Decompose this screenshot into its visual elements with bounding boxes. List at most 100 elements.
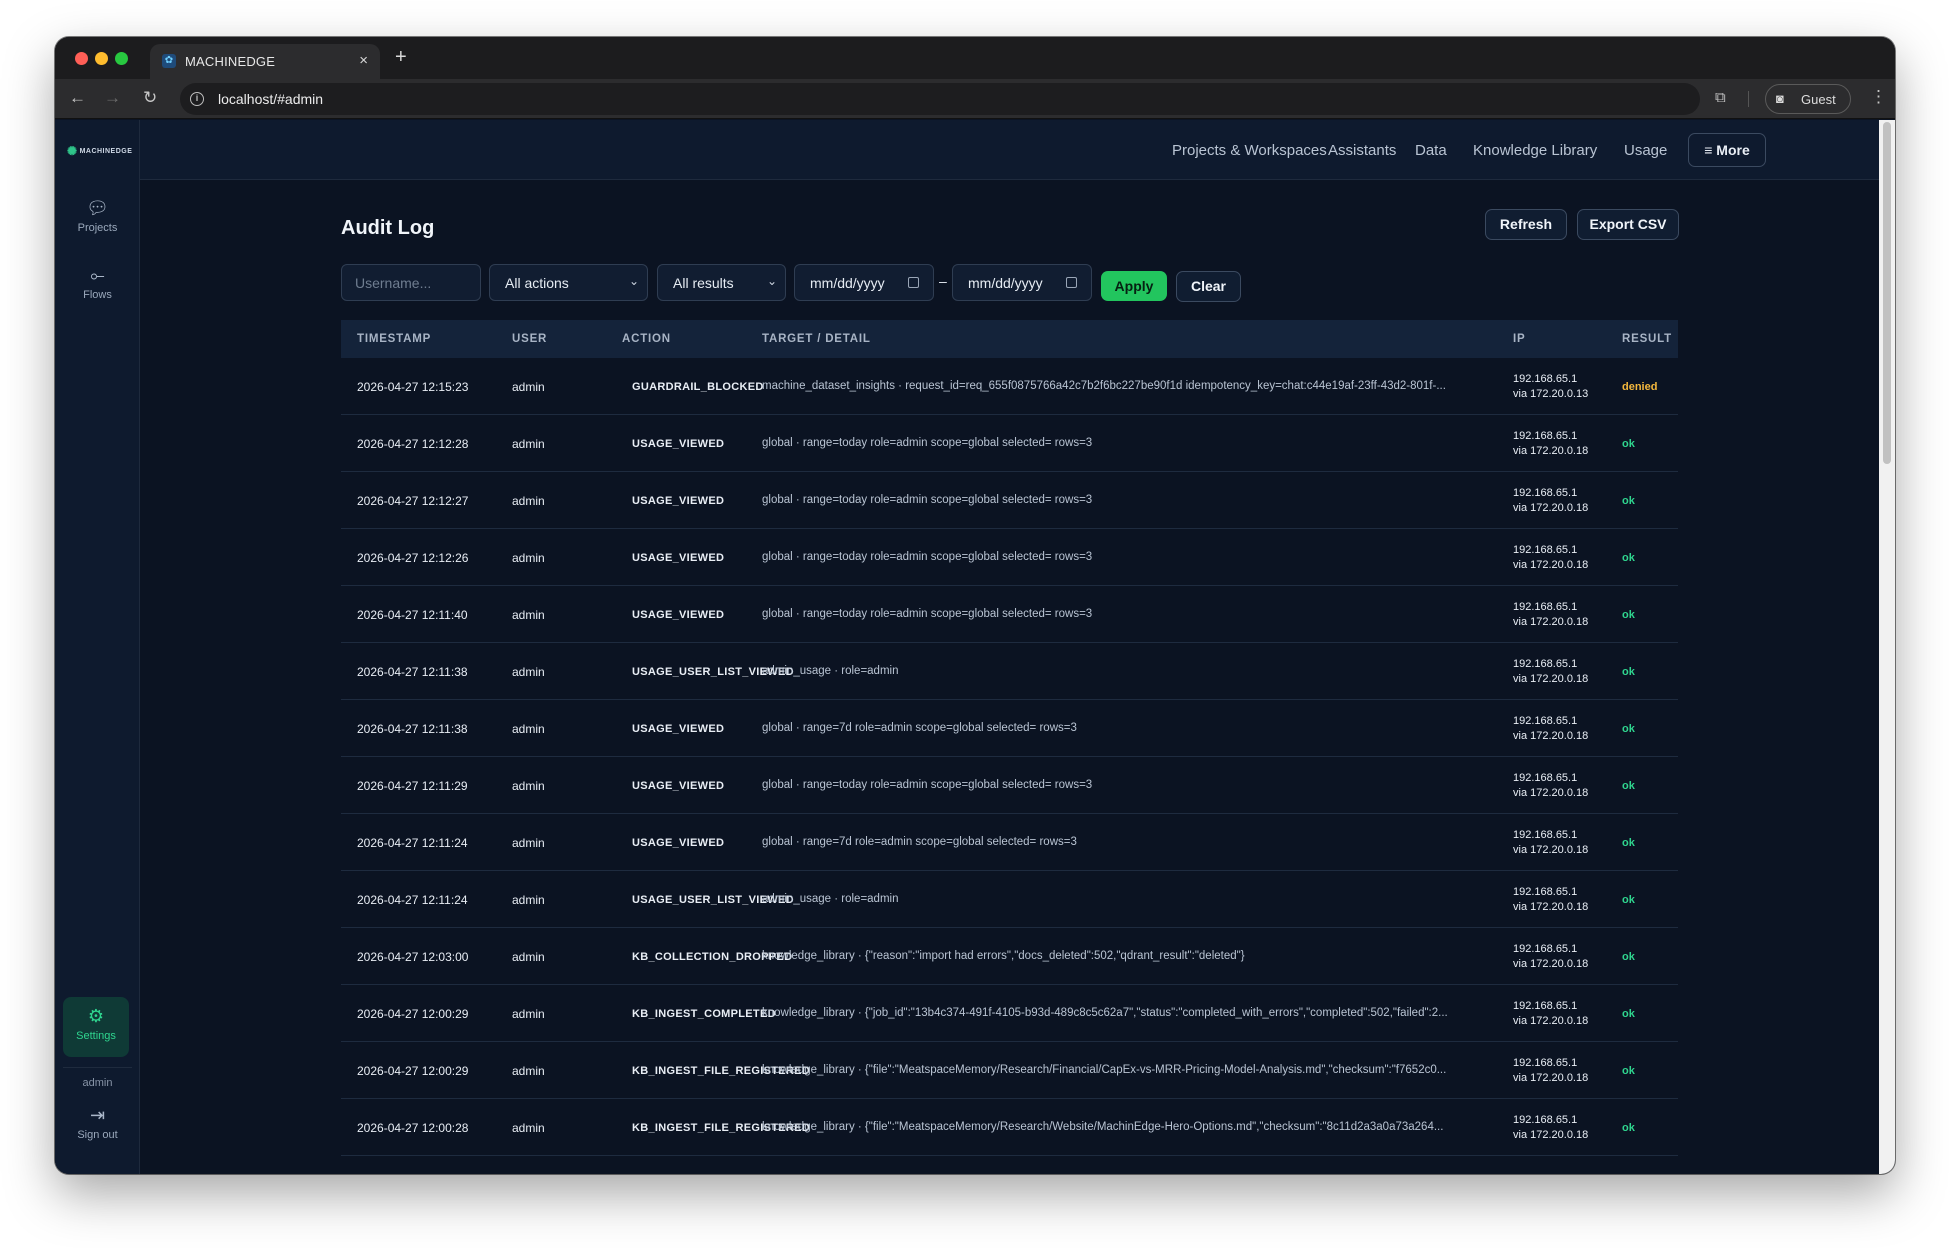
result-badge: ok <box>1622 723 1635 735</box>
table-row[interactable]: 2026-04-27 12:12:27 admin USAGE_VIEWED glob… <box>341 472 1678 529</box>
column-header-target[interactable]: TARGET / DETAIL <box>762 333 871 345</box>
more-menu-button[interactable]: ≡ More <box>1688 133 1766 167</box>
sidebar-divider <box>63 1067 132 1068</box>
close-tab-icon[interactable]: × <box>359 52 368 69</box>
nav-usage[interactable]: Usage <box>1624 142 1667 159</box>
reload-icon[interactable]: ↻ <box>143 88 157 108</box>
timestamp-cell: 2026-04-27 12:00:29 <box>357 1064 469 1078</box>
ip-address: 192.168.65.1 <box>1513 943 1578 955</box>
target-cell: global · range=today role=admin scope=gl… <box>762 437 1093 449</box>
cast-icon[interactable]: ⧉ <box>1715 89 1726 106</box>
table-row[interactable]: 2026-04-27 12:11:24 admin USAGE_USER_LIST_… <box>341 871 1678 928</box>
table-row[interactable]: 2026-04-27 12:11:38 admin USAGE_VIEWED glob… <box>341 700 1678 757</box>
date-from-input[interactable]: mm/dd/yyyy <box>794 264 934 301</box>
username-placeholder: Username... <box>355 275 432 291</box>
sidebar-item-projects[interactable]: 💬︎ Projects <box>55 198 140 234</box>
ip-proxy: via 172.20.0.13 <box>1513 388 1589 400</box>
target-cell: global · range=today role=admin scope=gl… <box>762 608 1093 620</box>
table-row[interactable]: 2026-04-27 12:15:23 admin GUARDRAIL_BLOCKE… <box>341 358 1678 415</box>
clear-button[interactable]: Clear <box>1176 271 1241 302</box>
table-row[interactable]: 2026-04-27 12:11:29 admin USAGE_VIEWED glob… <box>341 757 1678 814</box>
table-row[interactable]: 2026-04-27 12:03:00 admin KB_COLLECTION_DR… <box>341 928 1678 985</box>
forward-icon[interactable]: → <box>104 88 121 108</box>
timestamp-cell: 2026-04-27 12:11:38 <box>357 722 468 736</box>
browser-menu-icon[interactable]: ⋮ <box>1870 87 1887 107</box>
ip-proxy: via 172.20.0.18 <box>1513 673 1589 685</box>
guest-profile-button[interactable]: ◙ Guest <box>1765 84 1851 114</box>
sign-out-button[interactable]: ⇥ Sign out <box>55 1105 140 1141</box>
target-cell: admin_usage · role=admin <box>762 665 899 677</box>
nav-projects-workspaces[interactable]: Projects & Workspaces <box>1172 142 1327 159</box>
action-cell: GUARDRAIL_BLOCKED <box>632 381 764 393</box>
sidebar-item-label: Projects <box>77 222 118 234</box>
nav-assistants[interactable]: Assistants <box>1328 142 1396 159</box>
table-row[interactable]: 2026-04-27 12:11:38 admin USAGE_USER_LIST_… <box>341 643 1678 700</box>
date-to-input[interactable]: mm/dd/yyyy <box>952 264 1092 301</box>
ip-address: 192.168.65.1 <box>1513 772 1578 784</box>
toolbar-divider <box>1748 91 1749 107</box>
browser-tab[interactable]: ✿ MACHINEDGE × <box>150 44 380 79</box>
scrollbar-thumb[interactable] <box>1883 122 1891 464</box>
site-info-icon[interactable]: i <box>190 92 204 106</box>
actions-select[interactable]: All actions ⌄ <box>489 264 648 301</box>
ip-address: 192.168.65.1 <box>1513 1000 1578 1012</box>
result-badge: ok <box>1622 438 1635 450</box>
nav-data[interactable]: Data <box>1415 142 1447 159</box>
ip-cell: 192.168.65.1 via 172.20.0.18 <box>1513 999 1613 1029</box>
ip-cell: 192.168.65.1 via 172.20.0.18 <box>1513 714 1613 744</box>
table-row[interactable]: 2026-04-27 12:12:26 admin USAGE_VIEWED glob… <box>341 529 1678 586</box>
calendar-icon[interactable] <box>1066 277 1077 288</box>
audit-table: TIMESTAMP USER ACTION TARGET / DETAIL IP… <box>341 320 1678 1156</box>
flow-icon: ⟜ <box>90 265 105 285</box>
table-row[interactable]: 2026-04-27 12:00:28 admin KB_INGEST_FILE_R… <box>341 1099 1678 1156</box>
ip-proxy: via 172.20.0.18 <box>1513 1129 1589 1141</box>
username-filter-input[interactable]: Username... <box>341 264 481 301</box>
nav-knowledge-library[interactable]: Knowledge Library <box>1473 142 1597 159</box>
ip-address: 192.168.65.1 <box>1513 658 1578 670</box>
user-cell: admin <box>512 1064 545 1078</box>
export-csv-button[interactable]: Export CSV <box>1577 209 1679 240</box>
column-header-user[interactable]: USER <box>512 333 547 345</box>
table-row[interactable]: 2026-04-27 12:12:28 admin USAGE_VIEWED glob… <box>341 415 1678 472</box>
timestamp-cell: 2026-04-27 12:12:26 <box>357 551 469 565</box>
sign-out-label: Sign out <box>77 1129 118 1141</box>
table-row[interactable]: 2026-04-27 12:11:40 admin USAGE_VIEWED glob… <box>341 586 1678 643</box>
result-badge: ok <box>1622 1065 1635 1077</box>
apply-button[interactable]: Apply <box>1101 271 1167 301</box>
column-header-ip[interactable]: IP <box>1513 333 1525 345</box>
back-icon[interactable]: ← <box>69 88 86 108</box>
target-cell: knowledge_library · {"job_id":"13b4c374-… <box>762 1007 1448 1019</box>
column-header-result[interactable]: RESULT <box>1622 333 1672 345</box>
calendar-icon[interactable] <box>908 277 919 288</box>
timestamp-cell: 2026-04-27 12:11:38 <box>357 665 468 679</box>
target-cell: knowledge_library · {"reason":"import ha… <box>762 950 1245 962</box>
new-tab-button[interactable]: + <box>395 46 407 69</box>
sidebar-item-flows[interactable]: ⟜ Flows <box>55 265 140 301</box>
user-cell: admin <box>512 380 545 394</box>
refresh-button[interactable]: Refresh <box>1485 209 1567 240</box>
url-text[interactable]: localhost/#admin <box>218 91 323 107</box>
action-cell: USAGE_VIEWED <box>632 495 725 507</box>
sidebar: ✺ MACHINEDGE 💬︎ Projects ⟜ Flows ⚙ Settin… <box>55 120 140 1174</box>
timestamp-cell: 2026-04-27 12:11:24 <box>357 893 468 907</box>
sidebar-item-label: Settings <box>76 1030 116 1042</box>
user-cell: admin <box>512 779 545 793</box>
gear-icon: ⚙ <box>87 1006 105 1026</box>
ip-proxy: via 172.20.0.18 <box>1513 730 1589 742</box>
page-scrollbar[interactable] <box>1879 120 1895 1174</box>
ip-cell: 192.168.65.1 via 172.20.0.13 <box>1513 372 1613 402</box>
close-window-button[interactable] <box>75 52 88 65</box>
table-row[interactable]: 2026-04-27 12:00:29 admin KB_INGEST_FILE_R… <box>341 1042 1678 1099</box>
results-select[interactable]: All results ⌄ <box>657 264 786 301</box>
column-header-action[interactable]: ACTION <box>622 333 671 345</box>
target-cell: global · range=today role=admin scope=gl… <box>762 551 1093 563</box>
table-row[interactable]: 2026-04-27 12:00:29 admin KB_INGEST_COMPLE… <box>341 985 1678 1042</box>
table-row[interactable]: 2026-04-27 12:11:24 admin USAGE_VIEWED glob… <box>341 814 1678 871</box>
minimize-window-button[interactable] <box>95 52 108 65</box>
address-bar[interactable]: i localhost/#admin <box>180 83 1700 115</box>
logo[interactable]: ✺ MACHINEDGE <box>67 144 132 158</box>
sidebar-item-settings[interactable]: ⚙ Settings <box>63 997 129 1057</box>
column-header-timestamp[interactable]: TIMESTAMP <box>357 333 431 345</box>
ip-cell: 192.168.65.1 via 172.20.0.18 <box>1513 885 1613 915</box>
maximize-window-button[interactable] <box>115 52 128 65</box>
